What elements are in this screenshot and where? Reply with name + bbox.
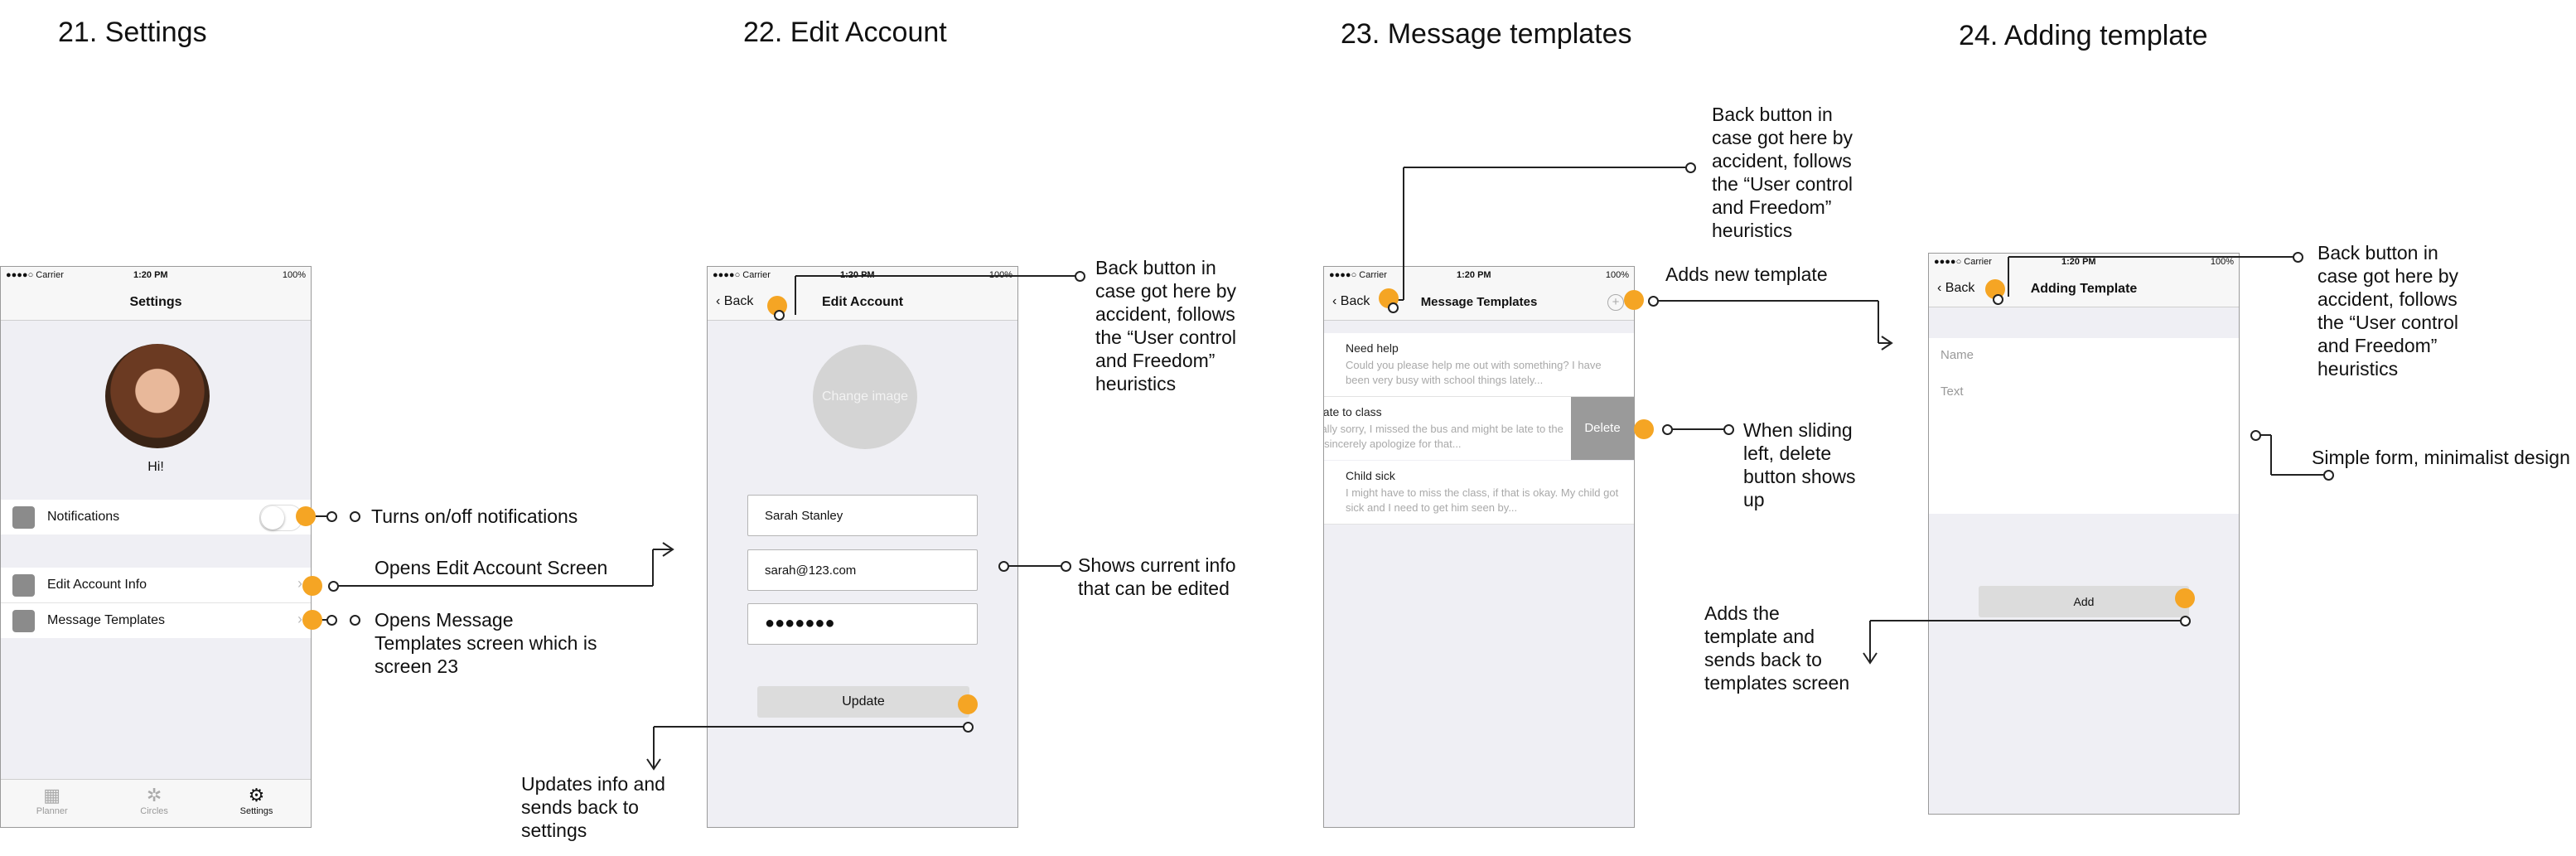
connector-end — [998, 561, 1009, 572]
marker-edit-account — [302, 576, 322, 596]
connector-end — [1648, 296, 1659, 307]
note-back-23: Back button in case got here by accident… — [1712, 104, 1853, 241]
connector-end — [1685, 162, 1696, 173]
connector-end — [1075, 271, 1085, 282]
note-notifications: Turns on/off notifications — [371, 505, 578, 527]
connector-end — [2323, 470, 2334, 481]
connector-end — [326, 511, 337, 522]
note-updates: Updates info and sends back to settings — [521, 773, 665, 841]
connector-end — [350, 615, 360, 626]
connector-end — [963, 722, 974, 733]
connector-end — [2250, 430, 2261, 441]
connector-end — [326, 615, 337, 626]
connector-end — [1061, 561, 1071, 572]
note-simple-form: Simple form, minimalist design — [2312, 447, 2570, 468]
note-templates: Opens Message Templates screen which is … — [375, 609, 597, 677]
note-current-info: Shows current info that can be edited — [1078, 554, 1236, 599]
note-back-24: Back button in case got here by accident… — [2317, 242, 2459, 380]
connector-end — [1993, 294, 2003, 305]
connector-end — [2293, 252, 2303, 263]
connector-end — [2180, 616, 2191, 626]
marker-templates — [302, 610, 322, 630]
marker-delete — [1634, 419, 1654, 439]
connector-end — [328, 581, 339, 592]
note-sliding: When sliding left, delete button shows u… — [1743, 419, 1856, 510]
marker-add — [2175, 588, 2195, 608]
connector-end — [774, 310, 785, 321]
connector-end — [1388, 302, 1399, 313]
annotation-connectors — [308, 167, 2328, 771]
marker-notifications — [296, 506, 316, 526]
note-adds-new: Adds new template — [1665, 264, 1828, 285]
marker-add-template — [1624, 290, 1644, 310]
connector-end — [350, 511, 360, 522]
connector-end — [1662, 424, 1673, 435]
marker-update — [958, 694, 978, 714]
note-back-22: Back button in case got here by accident… — [1095, 257, 1237, 394]
note-adds-the: Adds the template and sends back to temp… — [1704, 602, 1850, 694]
note-edit-account: Opens Edit Account Screen — [375, 557, 608, 578]
connector-end — [1723, 424, 1734, 435]
